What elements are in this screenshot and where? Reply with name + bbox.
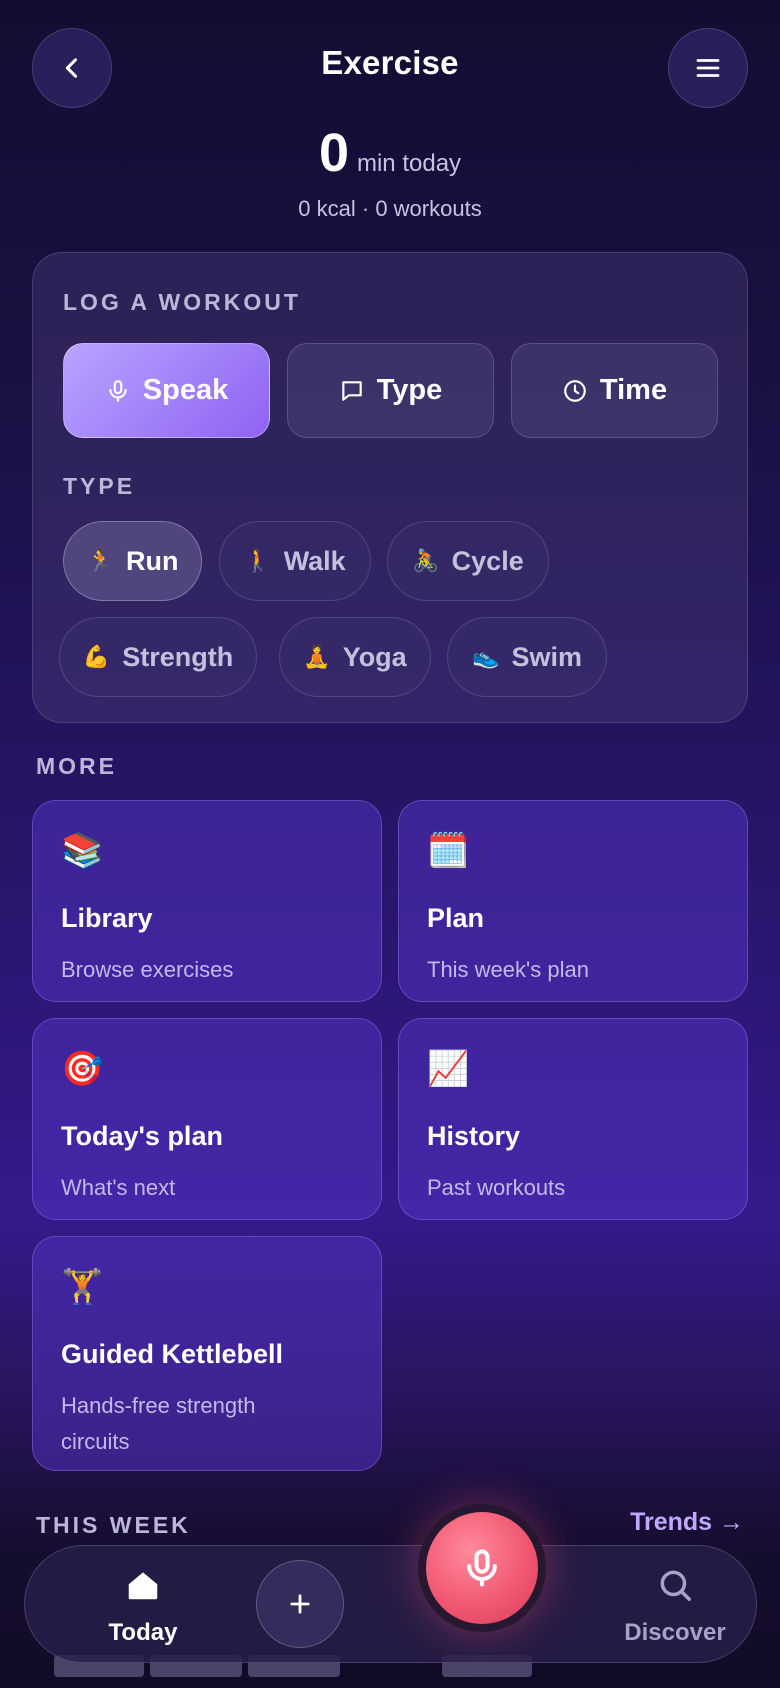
menu-button[interactable]	[668, 28, 748, 108]
nav-discover[interactable]: Discover	[605, 1566, 745, 1647]
add-button[interactable]	[256, 1560, 344, 1648]
voice-record-button[interactable]	[426, 1512, 538, 1624]
tile-title: History	[427, 1121, 521, 1151]
type-chip-strength[interactable]: 💪 Strength	[59, 617, 257, 697]
yoga-icon: 🧘	[303, 644, 331, 669]
plus-icon	[290, 1594, 310, 1614]
type-mode-label: Type	[376, 374, 443, 406]
cycle-icon: 🚴	[412, 548, 440, 573]
summary-details: 0 kcal · 0 workouts	[298, 196, 482, 221]
type-chip-run[interactable]: 🏃 Run	[63, 521, 202, 601]
page-title: Exercise	[321, 44, 459, 81]
tile-subtitle: What's next	[61, 1175, 176, 1200]
nav-today-label: Today	[108, 1619, 178, 1646]
time-mode-button[interactable]: Time	[511, 343, 718, 438]
tile-subtitle: Past workouts	[427, 1175, 566, 1200]
this-week-label: THIS WEEK	[36, 1512, 191, 1538]
strength-icon: 💪	[82, 644, 111, 669]
tile-title: Library	[61, 903, 153, 933]
nav-discover-label: Discover	[624, 1619, 726, 1646]
minutes-unit: min today	[356, 150, 462, 177]
weightlifter-icon: 🏋️	[61, 1268, 104, 1306]
mic-icon	[109, 379, 127, 402]
tile-subtitle: Hands-free strength circuits	[61, 1393, 256, 1454]
type-chip-label: Walk	[283, 545, 346, 576]
tile-title: Today's plan	[61, 1121, 223, 1151]
type-chip-swim[interactable]: 👟 Swim	[447, 617, 607, 697]
guided-kettlebell-tile[interactable]: 🏋️ Guided Kettlebell Hands-free strength…	[32, 1236, 382, 1471]
plan-tile[interactable]: 🗓️ Plan This week's plan	[398, 800, 748, 1002]
tile-title: Plan	[427, 903, 485, 933]
type-mode-button[interactable]: Type	[287, 343, 494, 438]
trends-link[interactable]: Trends →	[630, 1508, 744, 1537]
target-icon: 🎯	[61, 1050, 104, 1088]
type-chip-label: Strength	[122, 641, 234, 672]
type-chip-yoga[interactable]: 🧘 Yoga	[279, 617, 431, 697]
library-tile[interactable]: 📚 Library Browse exercises	[32, 800, 382, 1002]
more-label: MORE	[36, 753, 117, 779]
type-chip-walk[interactable]: 🚶 Walk	[219, 521, 371, 601]
type-chip-label: Run	[125, 545, 179, 576]
log-workout-card: LOG A WORKOUT Speak Type Time TYPE 🏃 Run…	[32, 252, 748, 723]
walk-icon: 🚶	[244, 548, 272, 573]
speak-mode-label: Speak	[142, 374, 229, 406]
speak-mode-button[interactable]: Speak	[63, 343, 270, 438]
home-icon	[128, 1572, 158, 1600]
chat-icon	[341, 380, 362, 401]
minutes-summary: 0 min today	[0, 122, 780, 184]
type-chip-cycle[interactable]: 🚴 Cycle	[387, 521, 549, 601]
run-icon: 🏃	[86, 548, 114, 573]
type-chip-label: Yoga	[342, 641, 407, 672]
type-chip-label: Swim	[511, 641, 582, 672]
clock-icon	[564, 379, 586, 402]
chart-up-icon: 📈	[427, 1050, 470, 1088]
tile-subtitle: This week's plan	[427, 957, 589, 982]
books-icon: 📚	[61, 832, 104, 870]
search-icon	[660, 1570, 691, 1601]
tile-subtitle: Browse exercises	[61, 957, 234, 982]
type-label: TYPE	[63, 473, 136, 499]
time-mode-label: Time	[599, 374, 668, 406]
todays-plan-tile[interactable]: 🎯 Today's plan What's next	[32, 1018, 382, 1220]
nav-today[interactable]: Today	[83, 1566, 203, 1647]
history-tile[interactable]: 📈 History Past workouts	[398, 1018, 748, 1220]
calendar-icon: 🗓️	[427, 832, 470, 870]
hamburger-icon	[696, 59, 720, 77]
swim-icon: 👟	[472, 644, 500, 669]
minutes-value: 0	[318, 123, 349, 183]
type-chip-label: Cycle	[451, 545, 524, 576]
bottom-nav: Today Discover	[24, 1545, 757, 1663]
log-workout-label: LOG A WORKOUT	[63, 289, 301, 315]
tile-title: Guided Kettlebell	[61, 1339, 284, 1369]
mic-icon	[467, 1549, 497, 1587]
